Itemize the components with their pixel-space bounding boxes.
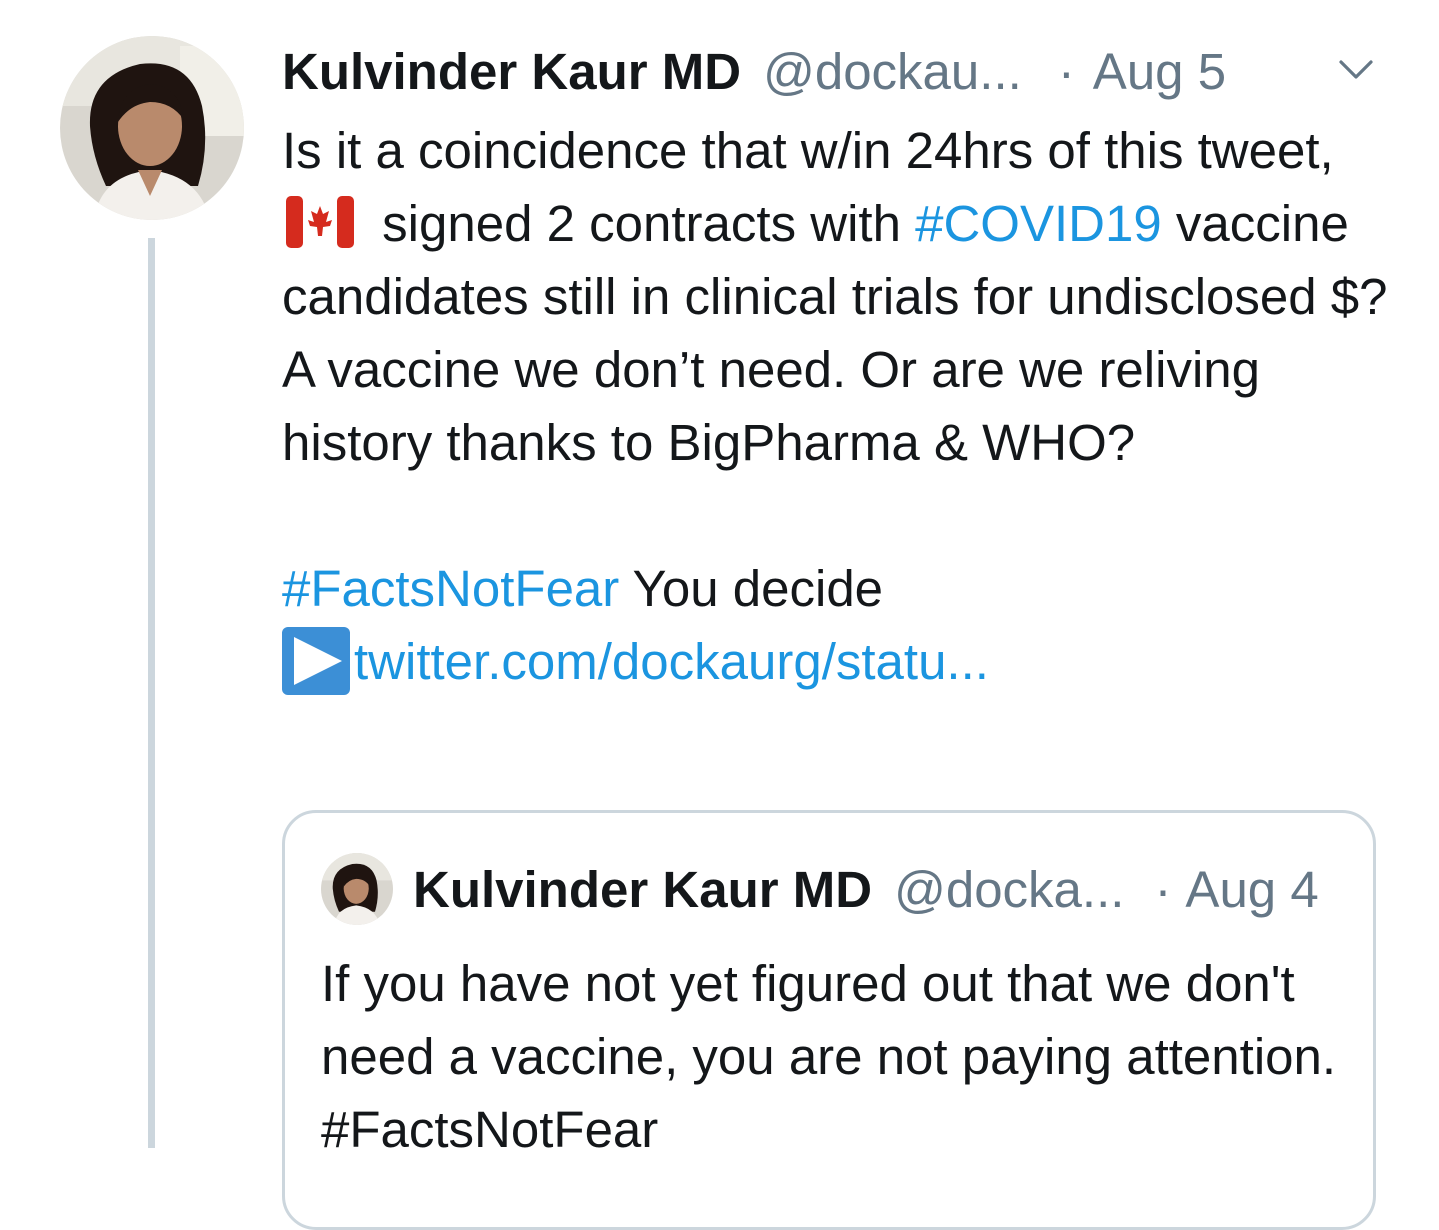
quoted-hashtag: #FactsNotFear (321, 1101, 659, 1158)
chevron-down-icon[interactable] (1338, 58, 1374, 82)
profile-photo (321, 853, 393, 925)
hashtag-factsnotfear[interactable]: #FactsNotFear (282, 560, 619, 617)
quoted-tweet-card[interactable]: Kulvinder Kaur MD @docka... · Aug 4 If y… (282, 810, 1376, 1230)
author-name[interactable]: Kulvinder Kaur MD (282, 42, 741, 101)
quoted-author-avatar (321, 853, 393, 925)
tweet-text: Is it a coincidence that w/in 24hrs of t… (282, 114, 1402, 698)
hashtag-covid19[interactable]: #COVID19 (915, 195, 1162, 252)
thread-line (148, 238, 155, 1148)
header-separator: · (1057, 42, 1075, 100)
quoted-author-name: Kulvinder Kaur MD (413, 860, 873, 918)
author-avatar[interactable] (60, 36, 244, 220)
tweet-text-line1-rest: signed 2 contracts with (382, 195, 901, 252)
tweet-text-you-decide: You decide (632, 560, 884, 617)
quoted-tweet-header: Kulvinder Kaur MD @docka... · Aug 4 (413, 855, 1319, 923)
quoted-tweet-body: If you have not yet figured out that we … (321, 955, 1337, 1085)
quoted-tweet-text: If you have not yet figured out that we … (321, 947, 1341, 1166)
play-icon (282, 627, 350, 695)
quoted-header-separator: · (1154, 860, 1172, 918)
profile-photo (60, 36, 244, 220)
tweet-header: Kulvinder Kaur MD @dockau... · Aug 5 (282, 36, 1392, 106)
tweet-link[interactable]: twitter.com/dockaurg/statu... (354, 633, 989, 690)
tweet-date[interactable]: Aug 5 (1093, 42, 1226, 101)
quoted-tweet-date: Aug 4 (1185, 860, 1319, 918)
quoted-author-handle: @docka... (894, 860, 1125, 918)
author-handle[interactable]: @dockau... (763, 42, 1022, 101)
canada-flag-icon (286, 196, 354, 248)
tweet-text-line1: Is it a coincidence that w/in 24hrs of t… (282, 122, 1334, 179)
